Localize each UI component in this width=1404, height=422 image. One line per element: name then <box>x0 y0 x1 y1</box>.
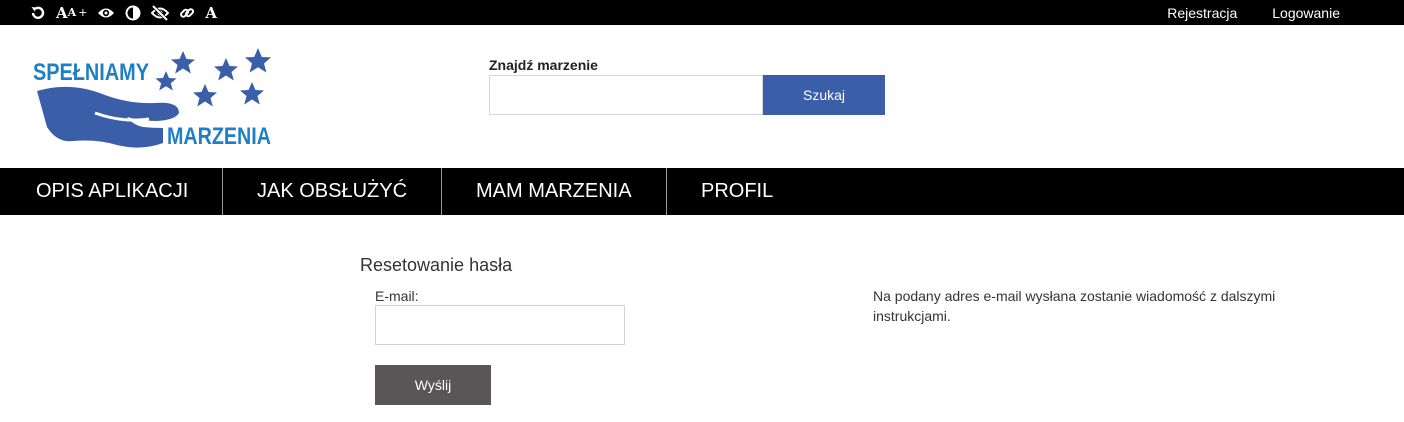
star-icon <box>193 84 217 107</box>
search-button[interactable]: Szukaj <box>763 75 885 115</box>
nav-item-label: OPIS APLIKACJI <box>36 180 189 202</box>
font-size-plus-label: + <box>78 5 88 19</box>
font-label: A <box>205 3 218 22</box>
font-size-small-label: A <box>67 5 77 19</box>
nav-item-mam-marzenia[interactable]: MAM MARZENIA <box>442 168 667 215</box>
nav-item-label: PROFIL <box>701 180 774 202</box>
main-nav: OPIS APLIKACJI JAK OBSŁUŻYĆ MAM MARZENIA… <box>0 168 1404 215</box>
top-bar: A A + A Rejestracja Logowanie <box>0 0 1404 25</box>
nav-item-profil[interactable]: PROFIL <box>667 168 867 215</box>
site-logo[interactable]: SPEŁNIAMY MARZENIA <box>33 47 278 152</box>
page-title: Resetowanie hasła <box>360 255 513 275</box>
search-input[interactable] <box>489 75 763 115</box>
logo-line2: MARZENIA <box>167 123 271 150</box>
logo-line1: SPEŁNIAMY <box>33 59 149 86</box>
nav-item-label: MAM MARZENIA <box>476 180 632 202</box>
star-icon <box>214 58 238 81</box>
nav-item-label: JAK OBSŁUŻYĆ <box>257 180 408 202</box>
nav-item-opis-aplikacji[interactable]: OPIS APLIKACJI <box>0 168 223 215</box>
link-icon[interactable] <box>179 3 195 23</box>
email-field[interactable] <box>375 305 625 345</box>
account-links: Rejestracja Logowanie <box>1132 0 1340 25</box>
register-link[interactable]: Rejestracja <box>1167 5 1237 21</box>
email-label: E-mail: <box>375 288 419 304</box>
login-link[interactable]: Logowanie <box>1272 5 1340 21</box>
font-icon[interactable]: A <box>205 3 217 23</box>
accessibility-toolbar: A A + A <box>30 0 227 25</box>
logo-graphic: SPEŁNIAMY MARZENIA <box>33 48 271 150</box>
reset-icon[interactable] <box>30 3 46 23</box>
search-label: Znajdź marzenie <box>489 57 598 73</box>
contrast-icon[interactable] <box>125 3 141 23</box>
submit-button[interactable]: Wyślij <box>375 365 491 405</box>
star-icon <box>240 82 264 105</box>
star-icon <box>245 48 271 73</box>
eye-slash-icon[interactable] <box>151 3 170 23</box>
nav-item-jak-obsluzyc[interactable]: JAK OBSŁUŻYĆ <box>223 168 442 215</box>
info-text: Na podany adres e-mail wysłana zostanie … <box>873 288 1276 324</box>
font-size-icon[interactable]: A A + <box>56 3 87 23</box>
eye-icon[interactable] <box>97 3 115 23</box>
star-icon <box>171 51 195 74</box>
star-icon <box>155 71 177 91</box>
font-size-big-label: A <box>56 3 68 22</box>
